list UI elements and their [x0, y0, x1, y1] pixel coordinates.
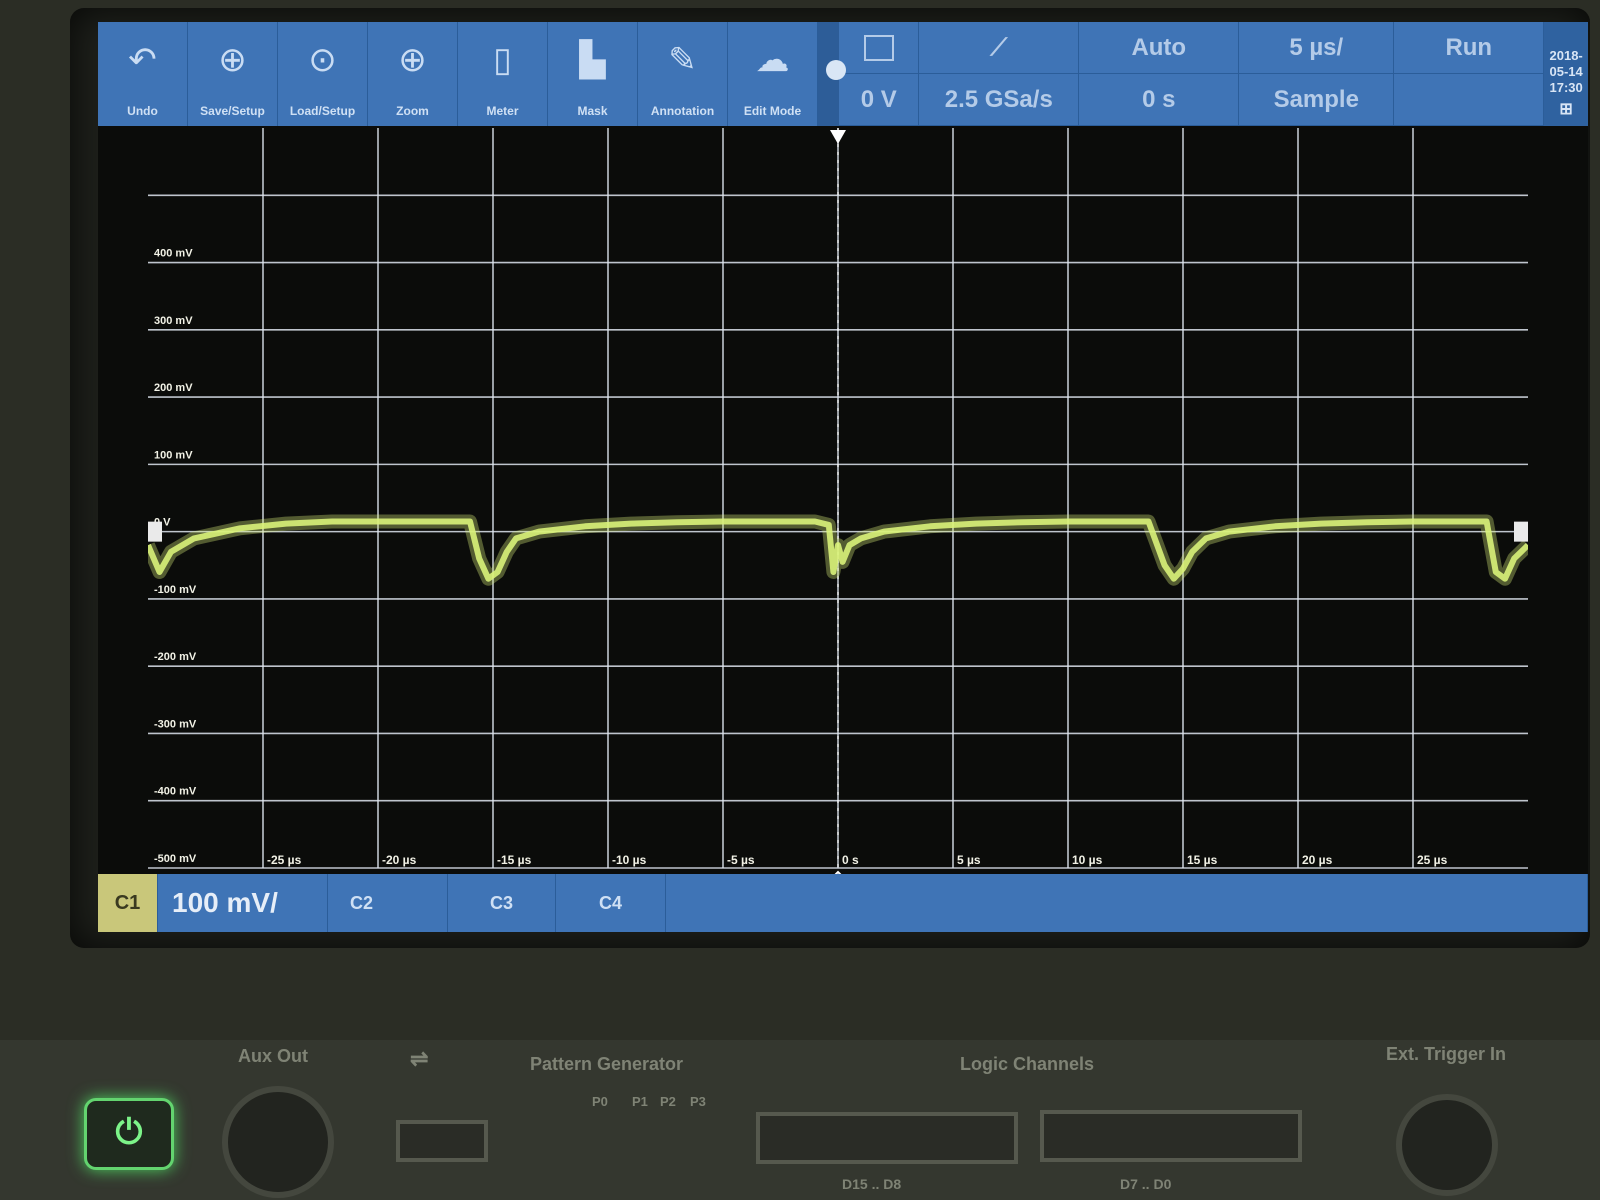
trigger-position-marker — [830, 130, 846, 144]
channel-bar-spacer — [666, 874, 1588, 932]
power-button[interactable]: ⏻ — [84, 1098, 174, 1170]
x-tick-label: 20 µs — [1302, 853, 1333, 867]
x-tick-label: -10 µs — [612, 853, 647, 867]
tool-label: Load/Setup — [289, 104, 356, 118]
channel-4-button[interactable]: C4 — [556, 874, 666, 932]
x-tick-label: 25 µs — [1417, 853, 1448, 867]
cell-spacer — [1394, 74, 1545, 126]
logic-left-label: D15 .. D8 — [842, 1176, 902, 1192]
power-icon: ⏻ — [115, 1113, 143, 1151]
meter-icon: ▯ — [493, 41, 512, 79]
menu-handle[interactable] — [818, 22, 846, 126]
usb-port[interactable] — [396, 1120, 488, 1162]
tool-undo-button[interactable]: ↶ Undo — [98, 22, 188, 126]
tool-load-setup-button[interactable]: ⊙ Load/Setup — [278, 22, 368, 126]
channel-1-scale[interactable]: 100 mV/ — [158, 874, 328, 932]
y-tick-label: 400 mV — [154, 248, 193, 260]
tool-edit-mode-button[interactable]: ☁ Edit Mode — [728, 22, 818, 126]
y-tick-label: -200 mV — [154, 651, 197, 663]
x-tick-label: -20 µs — [382, 853, 417, 867]
tool-label: Mask — [577, 104, 608, 118]
usb-icon: ⇌ — [410, 1046, 429, 1071]
x-tick-label: -25 µs — [267, 853, 302, 867]
sample-rate[interactable]: 2.5 GSa/s — [919, 74, 1080, 126]
y-tick-label: -300 mV — [154, 718, 197, 730]
annotation-icon: ✎ — [668, 41, 697, 79]
undo-icon: ↶ — [128, 41, 157, 79]
channel-1-badge[interactable]: C1 — [98, 874, 158, 932]
zoom-icon: ⊕ — [398, 41, 427, 79]
tool-label: Annotation — [650, 104, 715, 118]
channel-bar: C1 100 mV/ C2 C3 C4 — [98, 874, 1588, 932]
ext-trigger-in-label: Ext. Trigger In — [1386, 1044, 1507, 1064]
x-tick-label: 0 s — [842, 853, 859, 867]
trigger-edge-icon: ⟋ — [990, 33, 1008, 61]
trigger-square-icon — [863, 34, 894, 61]
acquire-mode[interactable]: Sample — [1239, 74, 1395, 126]
y-tick-label: 200 mV — [154, 382, 193, 394]
oscilloscope-screen: ↶ Undo ⊕ Save/Setup ⊙ Load/Setup ⊕ Zoom ▯ Meter ▙ M… — [98, 22, 1588, 932]
x-tick-label: -5 µs — [727, 853, 755, 867]
waveform-plot[interactable]: 400 mV 300 mV 200 mV 100 mV 0 V -100 mV -200 m… — [148, 128, 1528, 896]
acquisition-info: ⟋ Auto 5 µs/ Run 0 V 2.5 GSa/s 0 s Sampl… — [839, 22, 1545, 126]
x-tick-label: 10 µs — [1072, 853, 1103, 867]
aux-out-connector[interactable] — [222, 1086, 334, 1198]
tool-label: Save/Setup — [200, 104, 265, 118]
tool-meter-button[interactable]: ▯ Meter — [458, 22, 548, 126]
y-tick-label: 300 mV — [154, 315, 193, 327]
mask-icon: ▙ — [579, 41, 606, 79]
pattern-generator-label: Pattern Generator — [530, 1054, 684, 1074]
tool-label: Meter — [486, 104, 519, 118]
pg-pin-3: P3 — [690, 1094, 706, 1109]
time-offset[interactable]: 0 s — [1079, 74, 1240, 126]
tool-label: Undo — [127, 104, 158, 118]
load-setup-icon: ⊙ — [308, 41, 337, 79]
y-tick-label: 100 mV — [154, 449, 193, 461]
save-setup-icon: ⊕ — [218, 41, 247, 79]
pg-pin-0: P0 — [592, 1094, 608, 1109]
y-tick-label: -500 mV — [154, 853, 197, 865]
logic-port-high[interactable] — [756, 1112, 1018, 1164]
tool-annotation-button[interactable]: ✎ Annotation — [638, 22, 728, 126]
y-tick-label: -400 mV — [154, 786, 197, 798]
plot-svg: 400 mV300 mV200 mV100 mV0 V-100 mV-200 m… — [148, 128, 1528, 887]
trigger-mode[interactable]: Auto — [1079, 22, 1240, 74]
date-time: 2018-05-14 17:30 ⊞ — [1544, 22, 1588, 126]
menu-dot-icon — [826, 60, 846, 80]
pg-pin-1: P1 — [632, 1094, 648, 1109]
tool-label: Edit Mode — [743, 104, 802, 118]
channel-3-button[interactable]: C3 — [448, 874, 556, 932]
edit-mode-icon: ☁ — [755, 41, 790, 79]
trigger-level-marker — [1514, 521, 1528, 542]
logic-channels-label: Logic Channels — [960, 1054, 1095, 1074]
time-text: 17:30 — [1549, 80, 1583, 95]
x-tick-label: 5 µs — [957, 853, 981, 867]
x-tick-label: 15 µs — [1187, 853, 1218, 867]
y-tick-label: -100 mV — [154, 584, 197, 596]
trigger-source-button[interactable] — [839, 22, 920, 74]
logic-port-low[interactable] — [1040, 1110, 1302, 1162]
channel-2-button[interactable]: C2 — [328, 874, 448, 932]
tool-list: ↶ Undo ⊕ Save/Setup ⊙ Load/Setup ⊕ Zoom ▯ Meter ▙ M… — [98, 22, 818, 126]
pg-pin-2: P2 — [660, 1094, 676, 1109]
run-state[interactable]: Run — [1394, 22, 1545, 74]
aux-out-label: Aux Out — [238, 1046, 308, 1066]
trigger-edge-button[interactable]: ⟋ — [919, 22, 1080, 74]
tool-label: Zoom — [396, 104, 429, 118]
time-scale[interactable]: 5 µs/ — [1239, 22, 1395, 74]
tool-zoom-button[interactable]: ⊕ Zoom — [368, 22, 458, 126]
tool-save-setup-button[interactable]: ⊕ Save/Setup — [188, 22, 278, 126]
network-icon: ⊞ — [1559, 101, 1573, 118]
date-text: 2018-05-14 — [1549, 48, 1583, 79]
ext-trigger-connector[interactable] — [1396, 1094, 1498, 1196]
trigger-level[interactable]: 0 V — [839, 74, 920, 126]
channel-offset-marker — [148, 521, 162, 542]
logic-right-label: D7 .. D0 — [1120, 1176, 1172, 1192]
tool-mask-button[interactable]: ▙ Mask — [548, 22, 638, 126]
x-tick-label: -15 µs — [497, 853, 532, 867]
toolbar: ↶ Undo ⊕ Save/Setup ⊙ Load/Setup ⊕ Zoom ▯ Meter ▙ M… — [98, 22, 1588, 126]
